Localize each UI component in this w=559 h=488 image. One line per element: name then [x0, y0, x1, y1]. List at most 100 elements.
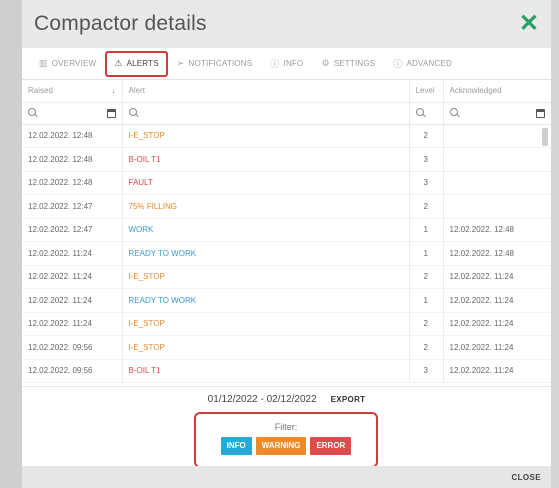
filter-buttons: INFO WARNING ERROR [196, 437, 376, 455]
tab-bar: ▥ OVERVIEW ⚠ ALERTS ➢ NOTIFICATIONS ⓘ IN… [22, 48, 551, 80]
table-row[interactable]: 12.02.2022. 11:24 I-E_STOP 2 12.02.2022. 11… [22, 312, 551, 336]
date-range[interactable]: 01/12/2022 - 02/12/2022 [208, 394, 317, 405]
cell-level: 3 [408, 147, 443, 172]
warning-icon: ⚠ [114, 58, 123, 68]
scrollbar-thumb[interactable] [542, 128, 548, 146]
search-icon [449, 108, 458, 116]
dialog-title: Compactor details [34, 12, 207, 35]
filter-acknowledged[interactable] [442, 102, 551, 125]
search-icon [415, 108, 424, 116]
table-row[interactable]: 12.02.2022. 11:24 READY TO WORK 1 12.02.202… [22, 288, 551, 313]
table-row[interactable]: 12.02.2022. 11:24 READY TO WORK 1 12.02.202… [22, 241, 551, 266]
tab-overview[interactable]: ▥ OVERVIEW [30, 52, 105, 76]
filter-warning-button[interactable]: WARNING [255, 437, 307, 455]
table-row[interactable]: 12.02.2022. 12:47 WORK 1 12.02.2022. 12:48 [22, 218, 551, 242]
cell-raised: 12.02.2022. 09:56 [22, 335, 122, 360]
column-header-level[interactable]: Level [408, 80, 443, 103]
export-button[interactable]: EXPORT [331, 395, 366, 404]
cell-acknowledged: 12.02.2022. 11:24 [442, 312, 551, 336]
cell-acknowledged: 12.02.2022. 11:24 [442, 265, 551, 289]
cell-raised: 12.02.2022. 12:47 [22, 194, 122, 219]
tab-label: NOTIFICATIONS [188, 59, 253, 68]
cell-level: 2 [408, 265, 443, 289]
cell-alert: READY TO WORK [121, 288, 409, 313]
dialog-footer: CLOSE [22, 466, 551, 488]
cell-acknowledged: 12.02.2022. 12:48 [442, 218, 551, 242]
gear-icon: ⚙ [321, 58, 330, 68]
filter-error-button[interactable]: ERROR [310, 437, 352, 455]
scrollbar[interactable] [542, 128, 548, 378]
table-row[interactable]: 12.02.2022. 12:48 FAULT 3 [22, 171, 551, 195]
cell-alert: READY TO WORK [121, 241, 409, 266]
cell-level: 2 [408, 312, 443, 336]
cell-raised: 12.02.2022. 11:24 [22, 312, 122, 336]
table-row[interactable]: 12.02.2022. 11:24 I-E_STOP 2 12.02.2022. 11… [22, 265, 551, 289]
cell-level: 1 [408, 288, 443, 313]
filter-alert[interactable] [121, 102, 409, 125]
tab-advanced[interactable]: ⓘ ADVANCED [384, 52, 461, 76]
cell-acknowledged [442, 124, 551, 148]
sort-descending-icon[interactable]: ↓ [112, 86, 116, 95]
cell-level: 2 [408, 124, 443, 148]
cell-acknowledged: 12.02.2022. 11:24 [442, 288, 551, 313]
cell-alert: I-E_STOP [121, 335, 409, 360]
alerts-table-body: 12.02.2022. 12:48 I-E_STOP 2 12.02.2022. 12… [22, 124, 551, 383]
cell-raised: 12.02.2022. 12:48 [22, 147, 122, 172]
tab-label: OVERVIEW [51, 59, 97, 68]
cell-raised: 12.02.2022. 11:24 [22, 265, 122, 289]
cell-raised: 12.02.2022. 09:56 [22, 359, 122, 383]
alerts-table: Raised ↓ Alert Level Acknowledged 12.02.… [22, 80, 551, 383]
background-panel-left [0, 0, 22, 488]
column-header-label: Raised [28, 86, 53, 96]
column-header-raised[interactable]: Raised ↓ [22, 80, 122, 103]
cell-alert: B-OIL T1 [121, 147, 409, 172]
tab-label: ADVANCED [406, 59, 452, 68]
dialog-header: Compactor details ✕ [22, 0, 551, 48]
close-button[interactable]: CLOSE [511, 473, 541, 482]
cell-acknowledged [442, 171, 551, 195]
filter-raised[interactable] [22, 102, 122, 125]
tab-label: ALERTS [126, 59, 159, 68]
tab-notifications[interactable]: ➢ NOTIFICATIONS [168, 52, 262, 76]
cell-acknowledged [442, 147, 551, 172]
cell-raised: 12.02.2022. 12:48 [22, 171, 122, 195]
column-header-alert[interactable]: Alert [121, 80, 409, 103]
cell-level: 1 [408, 218, 443, 242]
cell-acknowledged: 12.02.2022. 11:24 [442, 359, 551, 383]
alerts-table-container: Raised ↓ Alert Level Acknowledged 12.02.… [22, 80, 551, 386]
table-row[interactable]: 12.02.2022. 12:48 B-OIL T1 3 [22, 147, 551, 172]
background-panel-right [551, 0, 559, 488]
cell-alert: I-E_STOP [121, 265, 409, 289]
severity-filter: Filter: INFO WARNING ERROR [194, 412, 378, 468]
calendar-icon[interactable] [106, 109, 116, 118]
cell-raised: 12.02.2022. 11:24 [22, 241, 122, 266]
cell-level: 2 [408, 335, 443, 360]
table-row[interactable]: 12.02.2022. 09:56 B-OIL T1 3 12.02.2022. 11… [22, 359, 551, 383]
filter-level[interactable] [408, 102, 443, 125]
compactor-details-dialog: Compactor details ✕ ▥ OVERVIEW ⚠ ALERTS … [22, 0, 551, 488]
table-row[interactable]: 12.02.2022. 12:47 75% FILLING 2 [22, 194, 551, 219]
send-icon: ➢ [176, 58, 185, 68]
cell-alert: WORK [121, 218, 409, 242]
close-icon[interactable]: ✕ [519, 12, 539, 36]
filter-info-button[interactable]: INFO [220, 437, 252, 455]
cell-alert: I-E_STOP [121, 312, 409, 336]
cell-alert: I-E_STOP [121, 124, 409, 148]
tab-settings[interactable]: ⚙ SETTINGS [312, 52, 384, 76]
tab-alerts[interactable]: ⚠ ALERTS [105, 50, 168, 77]
chart-icon: ▥ [39, 58, 48, 68]
tab-label: INFO [283, 59, 304, 68]
date-range-bar: 01/12/2022 - 02/12/2022 EXPORT [22, 386, 551, 412]
table-row[interactable]: 12.02.2022. 09:56 I-E_STOP 2 12.02.2022. 11… [22, 335, 551, 360]
calendar-icon[interactable] [536, 109, 545, 118]
cell-raised: 12.02.2022. 11:24 [22, 288, 122, 313]
info-icon: ⓘ [270, 59, 280, 69]
table-row[interactable]: 12.02.2022. 12:48 I-E_STOP 2 [22, 124, 551, 148]
column-header-acknowledged[interactable]: Acknowledged [442, 80, 551, 103]
cell-acknowledged [442, 194, 551, 219]
cell-level: 1 [408, 241, 443, 266]
tab-info[interactable]: ⓘ INFO [261, 52, 312, 76]
cell-alert: FAULT [121, 171, 409, 195]
cell-level: 2 [408, 194, 443, 219]
cell-acknowledged: 12.02.2022. 12:48 [442, 241, 551, 266]
